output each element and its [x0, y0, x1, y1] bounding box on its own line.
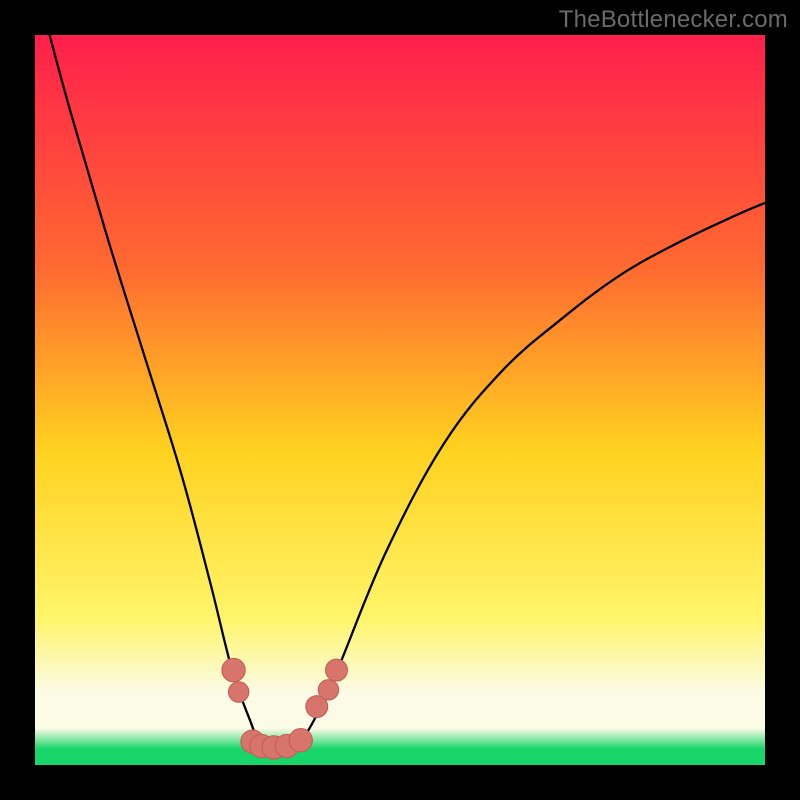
curve-marker [222, 658, 245, 681]
curve-marker [228, 682, 248, 702]
plot-area [35, 35, 765, 765]
bottleneck-curve [50, 35, 765, 752]
curve-layer [35, 35, 765, 765]
curve-marker [289, 729, 312, 752]
chart-frame: TheBottlenecker.com [0, 0, 800, 800]
curve-marker [326, 659, 348, 681]
curve-marker [318, 680, 338, 700]
watermark-text: TheBottlenecker.com [559, 6, 788, 34]
curve-markers [222, 658, 348, 759]
